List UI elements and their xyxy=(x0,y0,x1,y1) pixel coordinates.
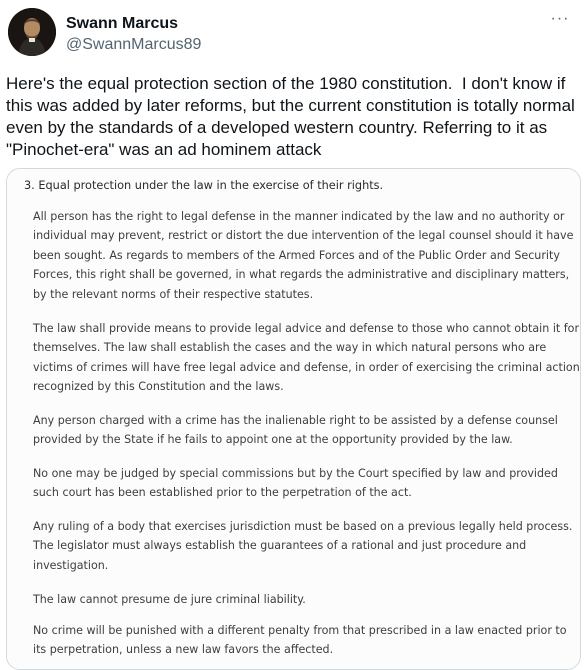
doc-paragraph: Any ruling of a body that exercises juri… xyxy=(33,520,573,572)
doc-paragraph: The law shall provide means to provide l… xyxy=(33,322,580,394)
display-name[interactable]: Swann Marcus xyxy=(66,14,201,34)
user-handle[interactable]: @SwannMarcus89 xyxy=(66,35,201,55)
doc-paragraph: Any person charged with a crime has the … xyxy=(33,414,558,447)
doc-paragraph: The law cannot presume de jure criminal … xyxy=(33,593,306,606)
tweet-text: Here's the equal protection section of t… xyxy=(6,74,580,159)
doc-paragraph: No one may be judged by special commissi… xyxy=(33,467,558,500)
avatar[interactable] xyxy=(8,8,56,56)
tweet: Swann Marcus @SwannMarcus89 ··· Here's t… xyxy=(0,0,585,670)
author-names: Swann Marcus @SwannMarcus89 xyxy=(66,14,201,55)
doc-paragraph: All person has the right to legal defens… xyxy=(33,210,574,301)
doc-paragraph: No crime will be punished with a differe… xyxy=(33,624,567,657)
more-horizontal-icon[interactable]: ··· xyxy=(548,11,572,32)
tweet-header: Swann Marcus @SwannMarcus89 ··· xyxy=(8,8,578,58)
tweet-image[interactable]: 3. Equal protection under the law in the… xyxy=(6,168,581,670)
portrait-avatar-icon xyxy=(8,8,56,56)
constitution-document-screenshot: 3. Equal protection under the law in the… xyxy=(7,169,580,669)
doc-heading: 3. Equal protection under the law in the… xyxy=(24,179,384,192)
